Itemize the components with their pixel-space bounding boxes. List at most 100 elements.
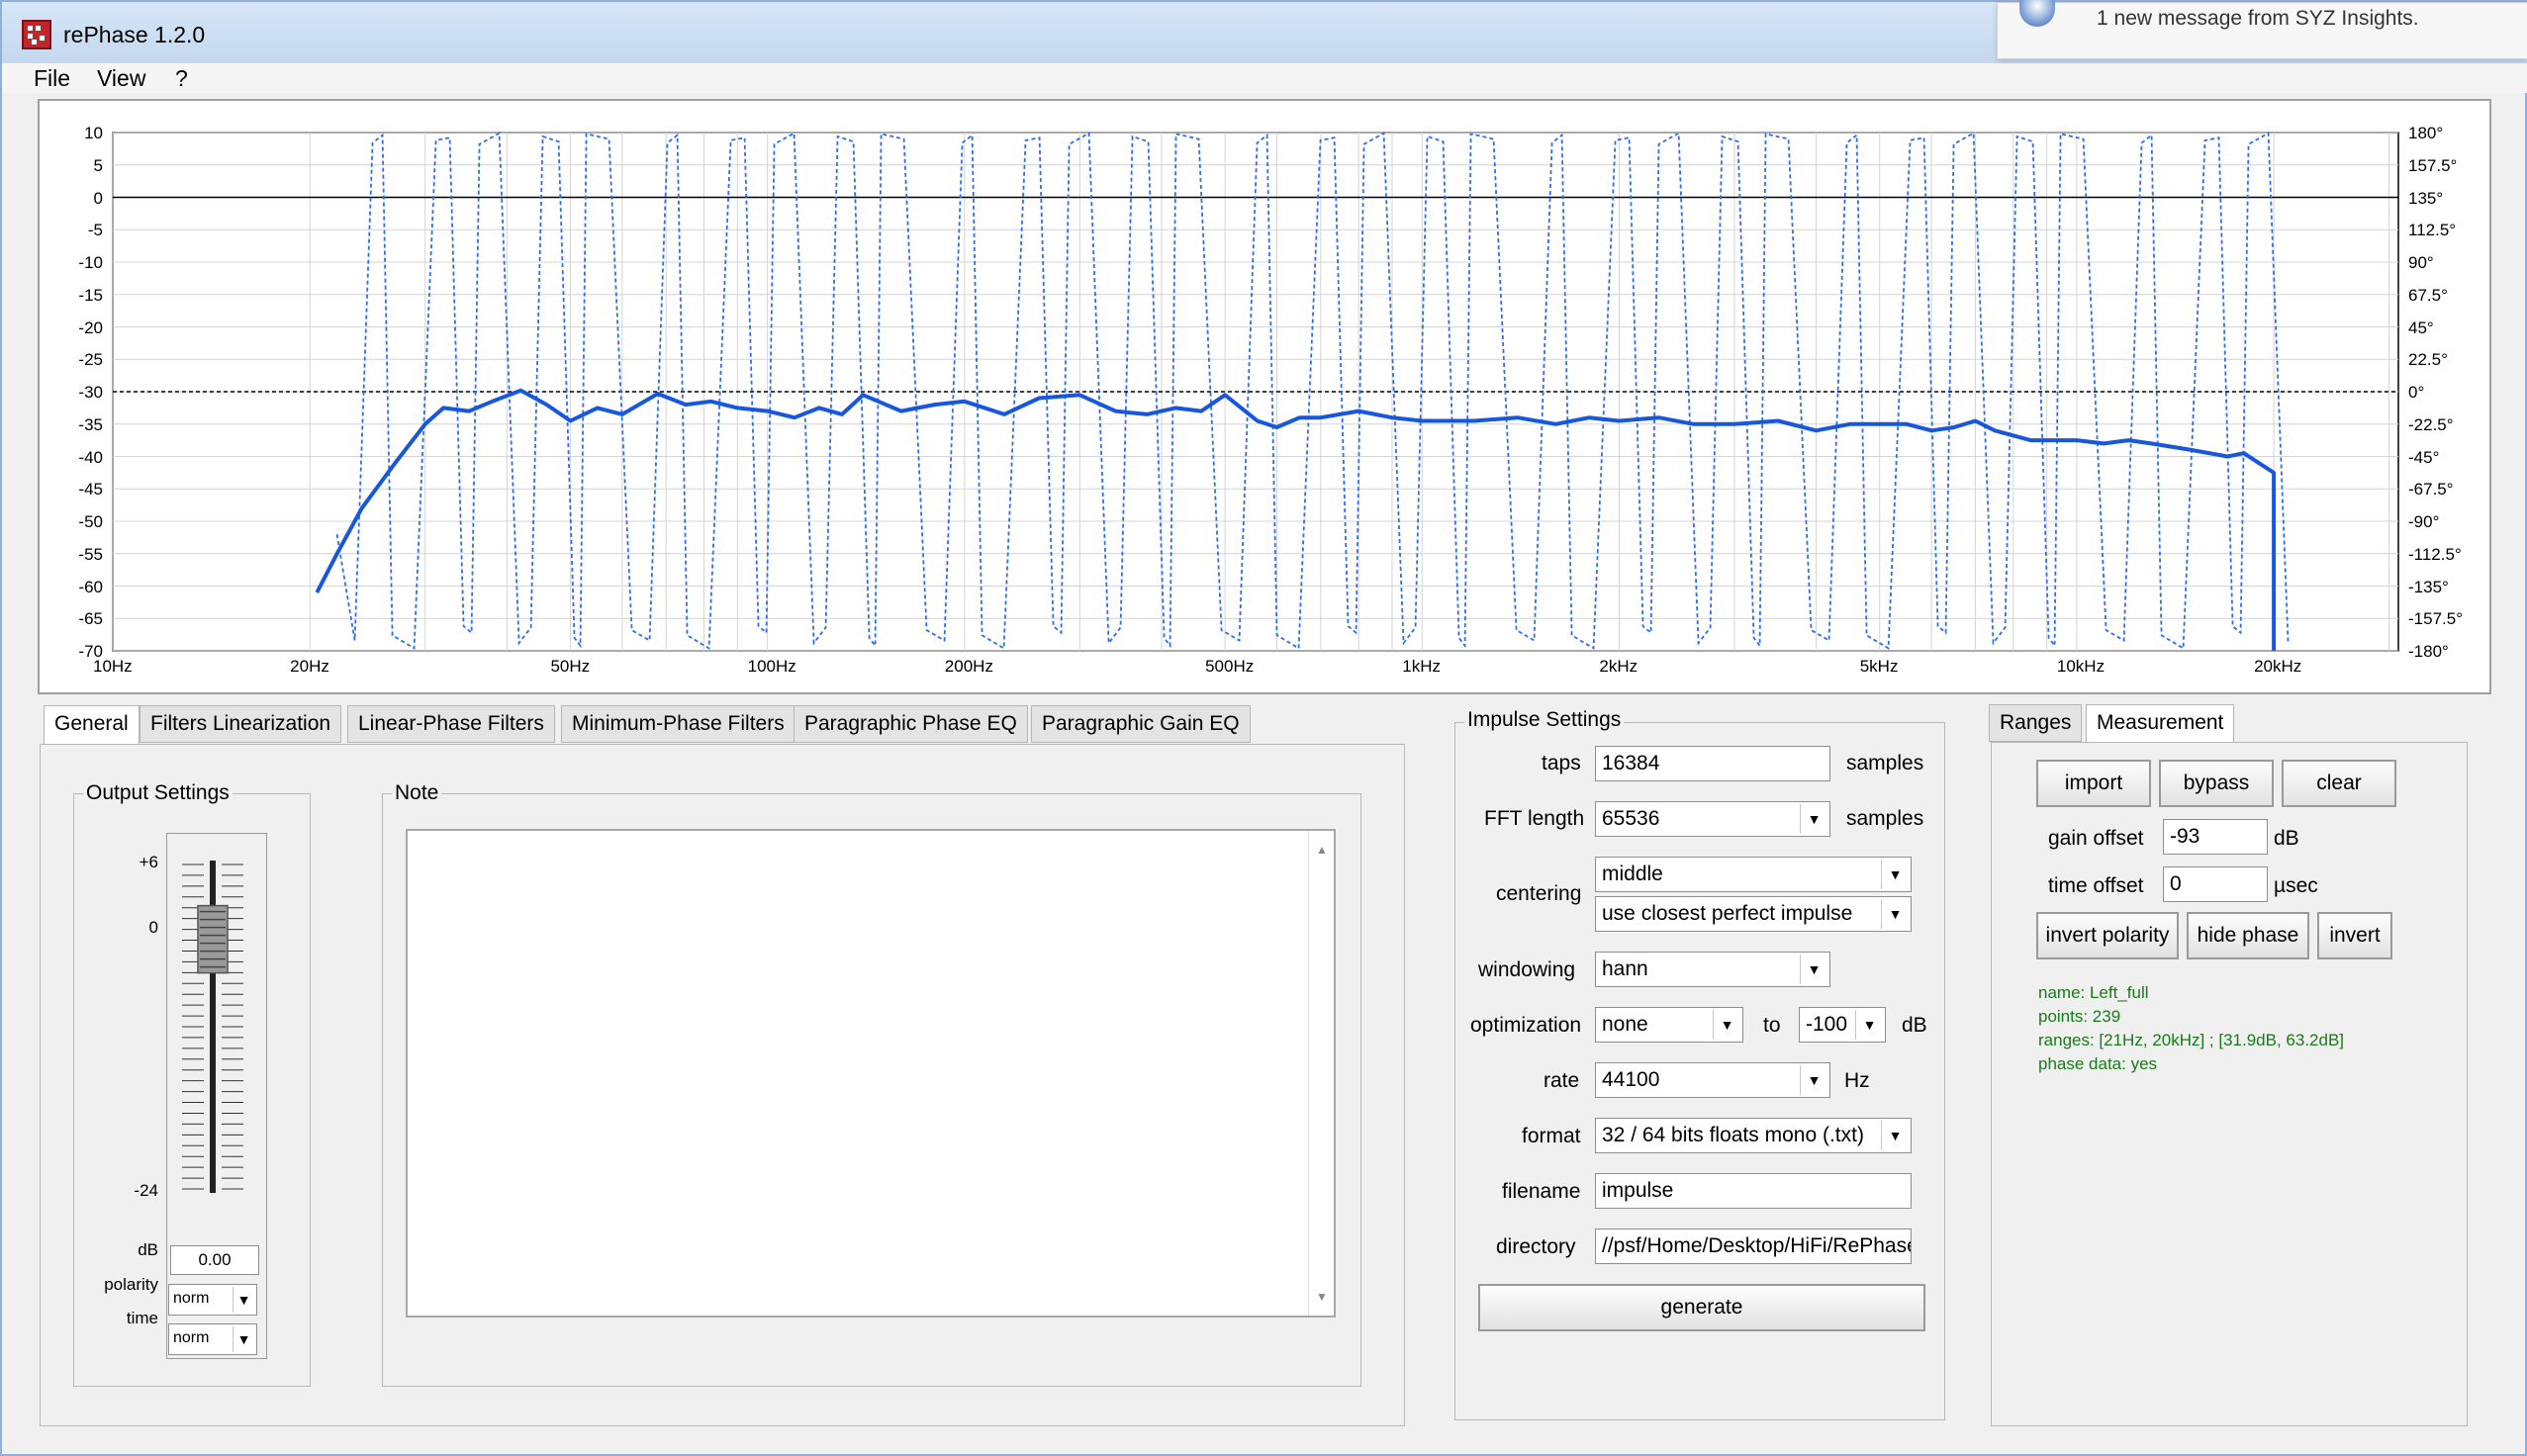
y-axis-tick-label: 5 (93, 155, 103, 175)
note-textarea[interactable] (406, 829, 1336, 1318)
format-value: 32 / 64 bits floats mono (.txt) (1602, 1124, 1864, 1146)
measurement-phase-data: phase data: yes (2038, 1054, 2158, 1073)
windowing-select[interactable]: hann ▼ (1595, 952, 1830, 987)
chevron-down-icon: ▼ (1800, 804, 1827, 834)
fader-top-label: +6 (139, 853, 158, 871)
gain-offset-unit: dB (2274, 827, 2299, 850)
menu-view[interactable]: View (97, 65, 145, 92)
notification-icon (2019, 0, 2055, 27)
impulse-settings-title: Impulse Settings (1464, 708, 1625, 732)
rephase-app-icon (22, 20, 51, 49)
optimization-db-select[interactable]: -100 ▼ (1799, 1007, 1886, 1043)
phase-axis-tick-label: -45° (2408, 447, 2440, 467)
format-select[interactable]: 32 / 64 bits floats mono (.txt) ▼ (1595, 1118, 1912, 1153)
rate-select[interactable]: 44100 ▼ (1595, 1062, 1830, 1098)
time-offset-unit: µsec (2274, 874, 2318, 897)
y-axis-tick-label: -5 (87, 221, 103, 240)
taps-label: taps (1542, 752, 1581, 774)
output-gain-fader[interactable] (170, 843, 259, 1209)
x-axis-tick-label: 2kHz (1599, 657, 1638, 676)
polarity-select[interactable]: norm ▼ (168, 1284, 257, 1316)
rate-label: rate (1544, 1069, 1580, 1092)
bypass-button[interactable]: bypass (2159, 760, 2274, 807)
centering-select[interactable]: middle ▼ (1595, 857, 1912, 892)
tab-paragraphic-gain-eq[interactable]: Paragraphic Gain EQ (1031, 705, 1251, 743)
x-axis-tick-label: 50Hz (550, 657, 591, 676)
x-axis-tick-label: 5kHz (1859, 657, 1899, 676)
optimization-unit: dB (1902, 1014, 1927, 1037)
generate-button[interactable]: generate (1478, 1284, 1925, 1331)
menu-file[interactable]: File (34, 65, 70, 92)
gain-offset-field[interactable]: -93 (2163, 819, 2268, 855)
fader-bottom-label: -24 (134, 1181, 158, 1200)
time-select[interactable]: norm ▼ (168, 1323, 257, 1355)
output-db-field[interactable]: 0.00 (170, 1245, 259, 1275)
taps-unit: samples (1846, 752, 1924, 774)
chevron-down-icon: ▼ (1800, 1065, 1827, 1095)
directory-field[interactable]: //psf/Home/Desktop/HiFi/RePhase (1595, 1228, 1912, 1264)
tab-general[interactable]: General (44, 705, 140, 746)
phase-axis-tick-label: 157.5° (2408, 155, 2458, 175)
optimization-select[interactable]: none ▼ (1595, 1007, 1743, 1043)
centering-mode-select[interactable]: use closest perfect impulse ▼ (1595, 896, 1912, 932)
optimization-value: none (1602, 1013, 1648, 1036)
phase-axis-tick-label: -67.5° (2408, 480, 2454, 500)
menu-bar: File View ? (2, 63, 2527, 93)
time-value: norm (173, 1329, 210, 1346)
y-axis-tick-label: -55 (78, 544, 103, 564)
chevron-down-icon: ▼ (1713, 1010, 1740, 1040)
taps-field[interactable]: 16384 (1595, 746, 1830, 781)
app-window: rePhase 1.2.0 1 new message from SYZ Ins… (0, 0, 2527, 1456)
tab-filters-linearization[interactable]: Filters Linearization (140, 705, 342, 743)
tab-ranges[interactable]: Ranges (1989, 704, 2083, 742)
menu-help[interactable]: ? (175, 65, 188, 92)
windowing-value: hann (1602, 957, 1648, 980)
measurement-points: points: 239 (2038, 1007, 2121, 1026)
tab-measurement[interactable]: Measurement (2086, 704, 2235, 745)
y-axis-tick-label: -25 (78, 350, 103, 370)
note-scrollbar[interactable]: ▲ ▼ (1308, 831, 1334, 1316)
time-offset-field[interactable]: 0 (2163, 866, 2268, 902)
scroll-down-icon[interactable]: ▼ (1316, 1290, 1328, 1304)
gain-offset-label: gain offset (2048, 827, 2144, 850)
tab-linear-phase-filters[interactable]: Linear-Phase Filters (347, 705, 555, 743)
y-axis-tick-label: -40 (78, 447, 103, 467)
response-plot[interactable]: 10 5 0 -5 -10 -15 -20 -25 -30 -35 -40 -45 -50 -55 -60 -… (38, 99, 2491, 694)
chevron-down-icon: ▼ (1881, 1121, 1909, 1150)
invert-polarity-button[interactable]: invert polarity (2036, 912, 2179, 959)
polarity-label: polarity (104, 1275, 158, 1294)
notification-toast[interactable]: 1 new message from SYZ Insights. (1997, 0, 2527, 59)
y-axis-tick-label: -10 (78, 253, 103, 272)
output-settings-title: Output Settings (83, 781, 233, 805)
invert-button[interactable]: invert (2317, 912, 2392, 959)
chevron-down-icon: ▼ (1881, 899, 1909, 929)
phase-axis-tick-label: -90° (2408, 512, 2440, 531)
filename-field[interactable]: impulse (1595, 1173, 1912, 1209)
clear-button[interactable]: clear (2282, 760, 2396, 807)
x-axis-tick-label: 20Hz (290, 657, 329, 676)
y-axis-tick-label: -50 (78, 512, 103, 531)
tab-paragraphic-phase-eq[interactable]: Paragraphic Phase EQ (794, 705, 1028, 743)
x-axis-tick-label: 100Hz (747, 657, 796, 676)
phase-axis-tick-label: -112.5° (2408, 544, 2462, 564)
y-axis-tick-label: -15 (78, 285, 103, 305)
tab-minimum-phase-filters[interactable]: Minimum-Phase Filters (561, 705, 796, 743)
fft-length-unit: samples (1846, 807, 1924, 830)
phase-axis-tick-label: 67.5° (2408, 285, 2448, 305)
scroll-up-icon[interactable]: ▲ (1316, 843, 1328, 857)
fft-length-value: 65536 (1602, 807, 1660, 830)
polarity-value: norm (173, 1290, 210, 1307)
optimization-to-label: to (1763, 1014, 1781, 1037)
measurement-ranges: ranges: [21Hz, 20kHz] ; [31.9dB, 63.2dB] (2038, 1031, 2345, 1049)
phase-axis-tick-label: 180° (2408, 124, 2444, 142)
y-axis-tick-label: -60 (78, 577, 103, 596)
phase-axis-tick-label: 22.5° (2408, 350, 2448, 370)
fader-zero-label: 0 (148, 918, 158, 937)
fft-length-select[interactable]: 65536 ▼ (1595, 801, 1830, 837)
format-label: format (1522, 1125, 1581, 1147)
hide-phase-button[interactable]: hide phase (2187, 912, 2309, 959)
import-button[interactable]: import (2036, 760, 2151, 807)
time-offset-label: time offset (2048, 874, 2144, 897)
time-label: time (126, 1309, 158, 1327)
phase-axis-tick-label: 90° (2408, 253, 2434, 272)
